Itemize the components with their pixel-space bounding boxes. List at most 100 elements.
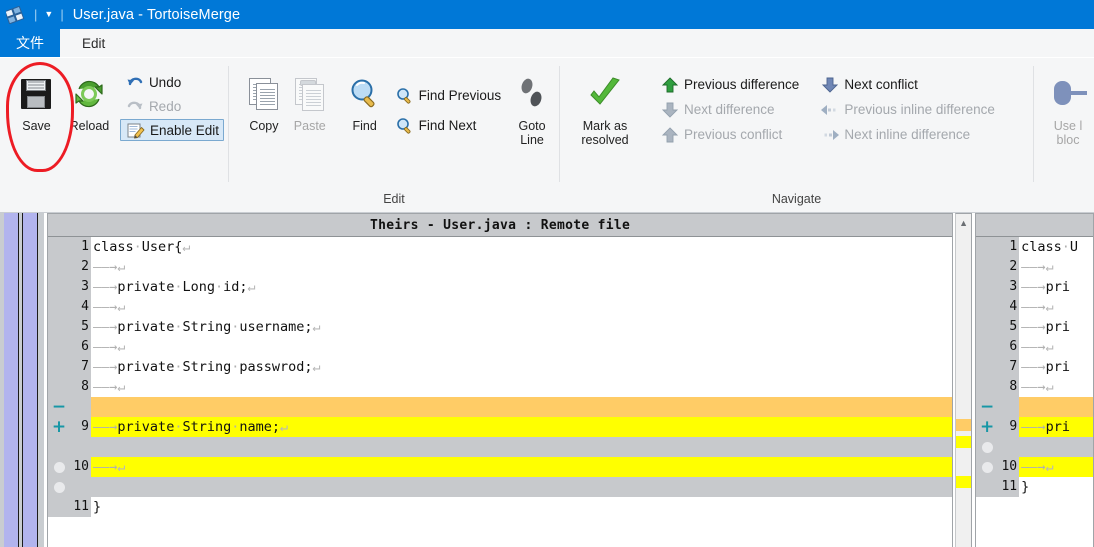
arrow-down-blue-icon bbox=[819, 75, 841, 95]
line-marker-dot-icon bbox=[48, 457, 70, 477]
code-line-text: ——→private·Long·id;↵ bbox=[91, 277, 953, 297]
arrow-right-gray-icon bbox=[819, 125, 841, 145]
code-line-row[interactable] bbox=[976, 437, 1093, 457]
line-number: 2 bbox=[70, 257, 91, 277]
code-line-row[interactable]: +9 ——→private·String·name;↵ bbox=[48, 417, 953, 437]
code-line-row[interactable] bbox=[48, 477, 953, 497]
chevron-down-icon[interactable]: ▼ bbox=[41, 8, 56, 21]
code-line-row[interactable]: 1 class·User{↵ bbox=[48, 237, 953, 257]
chevron-up-icon[interactable]: ▲ bbox=[956, 214, 971, 231]
previous-difference-button[interactable]: Previous difference bbox=[655, 72, 803, 97]
save-button[interactable]: Save bbox=[10, 64, 63, 133]
line-marker-none bbox=[976, 317, 999, 337]
line-marker-none bbox=[976, 357, 999, 377]
floppy-disk-icon bbox=[21, 72, 52, 116]
diff-work-area: Theirs - User.java : Remote file 1 class·… bbox=[0, 213, 1094, 547]
code-line-row[interactable]: − bbox=[48, 397, 953, 417]
window-title: User.java - TortoiseMerge bbox=[72, 6, 241, 23]
code-line-row[interactable]: 4 ——→↵ bbox=[976, 297, 1093, 317]
code-line-row[interactable]: +9 ——→pri bbox=[976, 417, 1093, 437]
code-line-row[interactable]: 4 ——→↵ bbox=[48, 297, 953, 317]
code-line-row[interactable]: 6 ——→↵ bbox=[48, 337, 953, 357]
mark-resolved-line2: resolved bbox=[581, 133, 629, 147]
ribbon-group-navigate-label: Navigate bbox=[771, 192, 822, 206]
line-marker-removed-icon: − bbox=[48, 397, 70, 417]
vertical-scrollbar[interactable]: ▲ bbox=[955, 213, 973, 547]
code-line-row[interactable]: 3 ——→pri bbox=[976, 277, 1093, 297]
code-line-row[interactable]: 2 ——→↵ bbox=[976, 257, 1093, 277]
code-line-row[interactable]: 11} bbox=[48, 497, 953, 517]
scroll-marker-removed bbox=[956, 419, 972, 431]
code-line-text: ——→private·String·username;↵ bbox=[91, 317, 953, 337]
mark-resolved-line1: Mark as bbox=[582, 119, 628, 133]
goto-line-button[interactable]: Goto Line bbox=[509, 64, 555, 147]
line-number bbox=[70, 437, 91, 457]
enable-edit-button[interactable]: Enable Edit bbox=[119, 119, 224, 141]
magnifier-small-icon bbox=[394, 85, 416, 105]
find-next-button[interactable]: Find Next bbox=[390, 110, 506, 140]
line-marker-none bbox=[976, 477, 999, 497]
tortoisemerge-window: | ▼ | User.java - TortoiseMerge 文件 Edit … bbox=[0, 0, 1094, 547]
find-button[interactable]: Find bbox=[342, 64, 388, 133]
code-line-text: ——→↵ bbox=[1019, 457, 1093, 477]
code-line-row[interactable] bbox=[48, 437, 953, 457]
use-block-label: Use l bloc bbox=[1054, 119, 1082, 147]
mark-as-resolved-button[interactable]: Mark as resolved bbox=[570, 64, 640, 147]
magnifier-small-icon bbox=[394, 115, 416, 135]
reload-button[interactable]: Reload bbox=[63, 64, 116, 133]
undo-button[interactable]: Undo bbox=[120, 70, 224, 94]
line-number: 8 bbox=[70, 377, 91, 397]
line-number: 10 bbox=[70, 457, 91, 477]
titlebar-separator-1: | bbox=[34, 7, 38, 22]
code-line-row[interactable]: 8 ——→↵ bbox=[48, 377, 953, 397]
find-button-label: Find bbox=[352, 119, 377, 133]
code-line-row[interactable]: 8 ——→↵ bbox=[976, 377, 1093, 397]
line-number: 4 bbox=[70, 297, 91, 317]
scroll-marker-added-2 bbox=[956, 476, 972, 488]
ribbon-tab-strip: 文件 Edit bbox=[0, 29, 1094, 58]
next-conflict-button[interactable]: Next conflict bbox=[815, 72, 999, 97]
copy-button-label: Copy bbox=[249, 119, 279, 133]
right-diff-pane: 1 class·U 2 ——→↵ 3 ——→pri 4 ——→↵ 5 ——→pri 6 ——→↵ 7 ——… bbox=[975, 213, 1094, 547]
pencil-edit-icon bbox=[125, 120, 147, 140]
line-number bbox=[70, 477, 91, 497]
next-difference-label: Next difference bbox=[684, 102, 775, 117]
code-line-row[interactable]: − bbox=[976, 397, 1093, 417]
ribbon-group-file-label bbox=[0, 186, 228, 212]
code-line-row[interactable]: 1 class·U bbox=[976, 237, 1093, 257]
code-line-row[interactable]: 7 ——→private·String·passwrod;↵ bbox=[48, 357, 953, 377]
code-line-row[interactable]: 6 ——→↵ bbox=[976, 337, 1093, 357]
code-line-row[interactable]: 3 ——→private·Long·id;↵ bbox=[48, 277, 953, 297]
line-marker-none bbox=[976, 237, 999, 257]
refresh-arrows-icon bbox=[71, 72, 107, 116]
paste-button: Paste bbox=[287, 64, 333, 133]
line-number bbox=[998, 437, 1020, 457]
code-line-row[interactable]: 2 ——→↵ bbox=[48, 257, 953, 277]
find-previous-button[interactable]: Find Previous bbox=[390, 80, 506, 110]
green-check-icon bbox=[586, 72, 624, 116]
arrow-up-green-icon bbox=[659, 75, 681, 95]
code-line-text: ——→↵ bbox=[91, 337, 953, 357]
line-number: 3 bbox=[70, 277, 91, 297]
code-line-row[interactable]: 10 ——→↵ bbox=[48, 457, 953, 477]
line-number: 7 bbox=[998, 357, 1020, 377]
previous-conflict-label: Previous conflict bbox=[684, 127, 783, 142]
code-line-text: ——→private·String·name;↵ bbox=[91, 417, 953, 437]
locator-bar[interactable] bbox=[0, 213, 44, 547]
line-number bbox=[998, 397, 1020, 417]
code-line-text: class·U bbox=[1019, 237, 1093, 257]
code-line-row[interactable]: 5 ——→private·String·username;↵ bbox=[48, 317, 953, 337]
line-number: 3 bbox=[998, 277, 1020, 297]
code-line-row[interactable]: 5 ——→pri bbox=[976, 317, 1093, 337]
tab-file[interactable]: 文件 bbox=[0, 29, 60, 57]
tab-edit[interactable]: Edit bbox=[60, 29, 128, 57]
copy-button[interactable]: Copy bbox=[241, 64, 287, 133]
right-pane-body[interactable]: 1 class·U 2 ——→↵ 3 ——→pri 4 ——→↵ 5 ——→pri 6 ——→↵ 7 ——… bbox=[976, 237, 1093, 547]
ribbon-group-useblock: Use l bloc bbox=[1034, 58, 1094, 212]
ribbon: Save Reload Undo Redo Enable Edit Copy P… bbox=[0, 58, 1094, 213]
code-line-text: ——→↵ bbox=[91, 457, 953, 477]
code-line-row[interactable]: 10 ——→↵ bbox=[976, 457, 1093, 477]
left-pane-body[interactable]: 1 class·User{↵ 2 ——→↵ 3 ——→private·Long·id;↵ 4… bbox=[48, 237, 953, 547]
code-line-row[interactable]: 7 ——→pri bbox=[976, 357, 1093, 377]
code-line-row[interactable]: 11} bbox=[976, 477, 1093, 497]
